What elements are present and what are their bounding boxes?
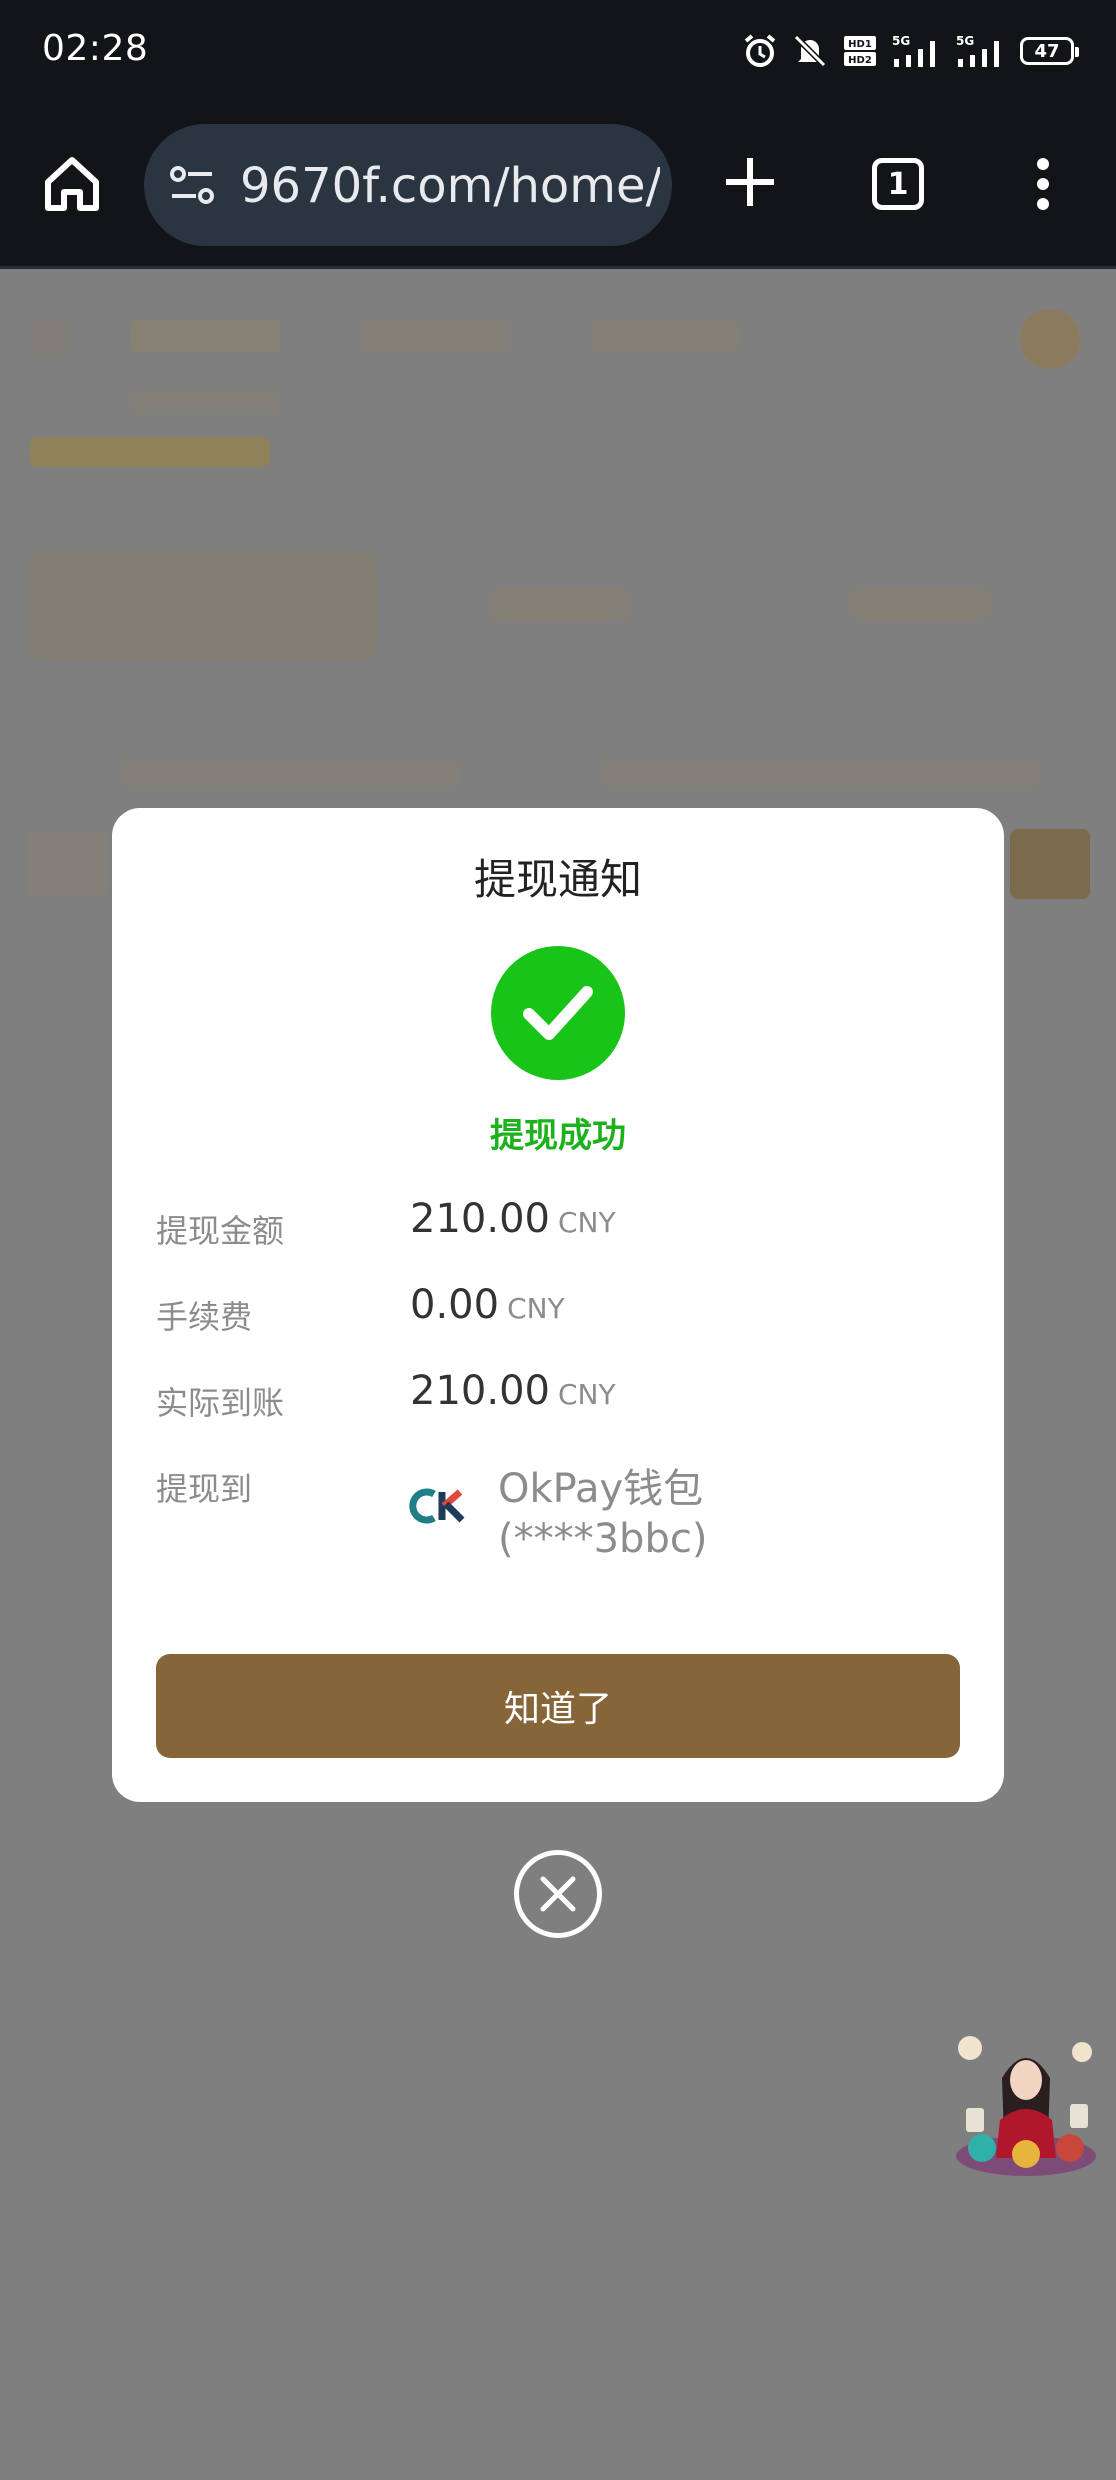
mute-bell-icon xyxy=(793,34,827,68)
row-label: 提现金额 xyxy=(156,1212,285,1250)
blurred-element xyxy=(600,759,1040,789)
svg-text:5G: 5G xyxy=(956,34,974,48)
blurred-element xyxy=(850,587,990,621)
fee-row: 手续费 0.00 CNY xyxy=(156,1282,966,1342)
close-icon xyxy=(540,1876,576,1912)
signal-5g-icon: 5G xyxy=(956,34,999,67)
tab-count: 1 xyxy=(887,166,909,202)
status-icons: HD1 HD2 5G 5G 47 xyxy=(742,30,1079,72)
svg-text:HD1: HD1 xyxy=(848,39,872,50)
row-value: 210.00 CNY xyxy=(410,1196,616,1242)
alarm-icon xyxy=(744,34,776,67)
amount-row: 提现金额 210.00 CNY xyxy=(156,1196,966,1256)
withdrawal-notice-dialog: 提现通知 提现成功 提现金额 210.00 CNY 手续费 0.00 CNY 实际到… xyxy=(112,808,1004,1802)
row-label: 手续费 xyxy=(156,1298,253,1336)
wallet-account: (****3bbc) xyxy=(498,1516,708,1562)
url-text[interactable]: 9670f.com/home/w xyxy=(240,158,660,214)
blurred-element xyxy=(130,319,280,353)
blurred-element xyxy=(130,389,280,415)
blurred-element xyxy=(1020,309,1080,369)
success-check-icon xyxy=(491,946,625,1080)
wallet-name: OkPay钱包 xyxy=(498,1466,704,1512)
row-value: 210.00 CNY xyxy=(410,1368,616,1414)
blurred-element xyxy=(120,759,460,789)
floating-promo-avatar-icon[interactable] xyxy=(952,2028,1100,2180)
row-value: 0.00 CNY xyxy=(410,1282,565,1328)
close-dialog-button[interactable] xyxy=(514,1850,602,1938)
home-icon[interactable] xyxy=(40,152,104,216)
blurred-element xyxy=(30,437,270,467)
wallet-info: OkPay钱包 (****3bbc) xyxy=(498,1464,707,1564)
blurred-element xyxy=(28,551,378,661)
battery-icon: 47 xyxy=(1020,37,1079,65)
blurred-element xyxy=(1010,829,1090,899)
row-label: 实际到账 xyxy=(156,1384,285,1422)
success-status: 提现成功 xyxy=(490,1116,626,1156)
more-menu-icon[interactable] xyxy=(1028,156,1058,212)
dialog-title: 提现通知 xyxy=(473,855,642,904)
svg-text:5G: 5G xyxy=(892,34,910,48)
amount-value: 0.00 xyxy=(410,1282,500,1328)
blurred-element xyxy=(30,319,70,359)
blurred-element xyxy=(590,319,740,353)
svg-text:HD2: HD2 xyxy=(848,55,872,66)
currency-unit: CNY xyxy=(557,1378,616,1411)
row-label: 提现到 xyxy=(156,1470,253,1508)
confirm-button[interactable]: 知道了 xyxy=(156,1654,960,1758)
amount-value: 210.00 xyxy=(410,1368,550,1414)
okpay-logo-icon xyxy=(409,1488,465,1524)
tab-switcher-button[interactable]: 1 xyxy=(872,158,924,210)
blurred-element xyxy=(360,319,510,353)
received-row: 实际到账 210.00 CNY xyxy=(156,1368,966,1428)
signal-5g-icon: 5G xyxy=(892,34,935,67)
currency-unit: CNY xyxy=(507,1292,565,1325)
hd-icon: HD1 HD2 xyxy=(844,36,876,66)
amount-value: 210.00 xyxy=(410,1196,550,1242)
status-bar: 02:28 HD1 HD2 5G 5G 47 xyxy=(0,0,1116,104)
browser-toolbar: 9670f.com/home/w 1 xyxy=(0,104,1116,269)
new-tab-icon[interactable] xyxy=(722,154,778,210)
currency-unit: CNY xyxy=(557,1206,616,1239)
destination-row: 提现到 OkPay钱包 (****3bbc) xyxy=(156,1454,966,1584)
site-settings-icon[interactable] xyxy=(168,164,216,208)
status-time: 02:28 xyxy=(42,28,149,69)
battery-level: 47 xyxy=(1034,40,1060,62)
blurred-element xyxy=(490,587,630,621)
blurred-element xyxy=(28,829,108,899)
address-bar[interactable]: 9670f.com/home/w xyxy=(144,124,672,246)
